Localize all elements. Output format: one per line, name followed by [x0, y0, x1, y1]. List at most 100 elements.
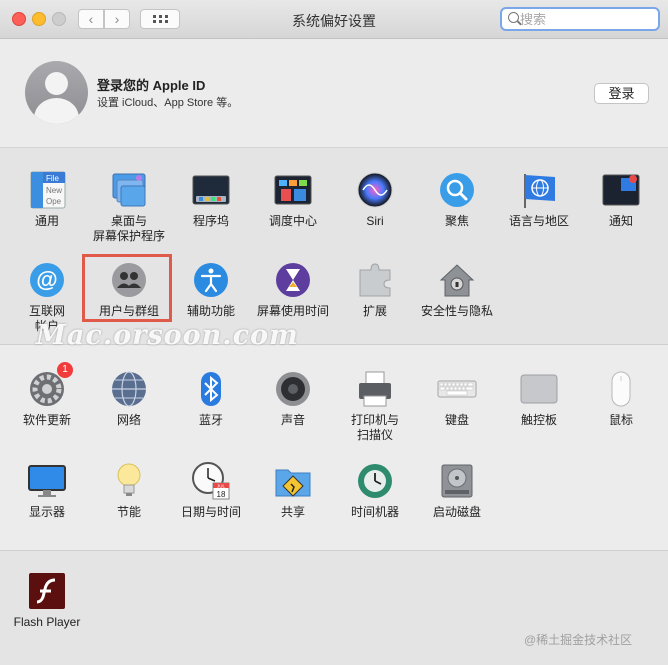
pref-accessibility[interactable]: 辅助功能 — [170, 260, 252, 319]
globe-flag-icon — [519, 170, 559, 210]
hourglass-icon — [273, 260, 313, 300]
users-groups-highlight — [82, 254, 172, 322]
keyboard-icon — [437, 369, 477, 409]
pref-label: 显示器 — [28, 505, 65, 519]
apple-id-banner: 登录您的 Apple ID 设置 iCloud、App Store 等。 登录 — [0, 39, 668, 148]
svg-text:New: New — [46, 186, 62, 195]
time-machine-icon — [355, 461, 395, 501]
pref-label: 鼠标 — [608, 413, 633, 427]
search-field[interactable] — [500, 7, 660, 31]
pref-siri[interactable]: Siri — [334, 170, 416, 229]
display-icon — [27, 461, 67, 501]
pref-network[interactable]: 网络 — [88, 369, 170, 428]
mission-control-icon — [273, 170, 313, 210]
pref-energy-saver[interactable]: 节能 — [88, 461, 170, 520]
puzzle-icon — [355, 260, 395, 300]
pref-label: 触控板 — [520, 413, 557, 427]
pref-label: 键盘 — [444, 413, 469, 427]
svg-text:Ope: Ope — [46, 197, 62, 206]
pref-label: 软件更新 — [22, 413, 71, 427]
svg-text:File: File — [46, 174, 59, 183]
pref-label: 打印机与 扫描仪 — [350, 413, 399, 442]
flash-icon — [27, 571, 67, 611]
pref-software-update[interactable]: 1 软件更新 — [6, 362, 88, 428]
pref-label: 声音 — [280, 413, 305, 427]
pref-label: 启动磁盘 — [432, 505, 481, 519]
lightbulb-icon — [109, 461, 149, 501]
pref-language-region[interactable]: 语言与地区 — [498, 170, 580, 229]
clock-calendar-icon: JUL 18 — [191, 461, 231, 501]
pref-label: Flash Player — [13, 615, 81, 629]
system-preferences-window: ‹ › 系统偏好设置 登录您的 Apple ID 设置 iCloud、App S… — [0, 0, 668, 665]
search-input[interactable] — [520, 10, 650, 28]
pref-label: 桌面与 屏幕保护程序 — [92, 214, 165, 243]
pref-sharing[interactable]: 共享 — [252, 461, 334, 520]
pref-dock[interactable]: 程序坞 — [170, 170, 252, 229]
pref-label: 通知 — [608, 214, 633, 228]
pref-label: 节能 — [116, 505, 141, 519]
at-sign-icon: @ — [27, 260, 67, 300]
corner-watermark: @稀土掘金技术社区 — [524, 633, 633, 647]
pref-label: 安全性与隐私 — [420, 304, 493, 318]
hardware-prefs-section: 1 软件更新 网络 蓝牙 声音 打印机与 扫描仪 键盘 触控板 鼠标 显示器 节… — [0, 345, 668, 551]
gear-icon: 1 — [27, 362, 73, 409]
watermark-text: Mac.orsoon.com — [36, 320, 299, 351]
pref-label: 聚焦 — [444, 214, 469, 228]
pref-desktop-screensaver[interactable]: 桌面与 屏幕保护程序 — [88, 170, 170, 244]
update-count-badge: 1 — [57, 362, 73, 378]
spotlight-icon — [437, 170, 477, 210]
pref-security-privacy[interactable]: 安全性与隐私 — [416, 260, 498, 319]
trackpad-icon — [519, 369, 559, 409]
printer-icon — [355, 369, 395, 409]
title-bar: ‹ › 系统偏好设置 — [0, 0, 668, 39]
pref-label: 辅助功能 — [186, 304, 235, 318]
pref-label: 屏幕使用时间 — [256, 304, 329, 318]
pref-label: 蓝牙 — [198, 413, 223, 427]
pref-mission-control[interactable]: 调度中心 — [252, 170, 334, 229]
pref-label: 程序坞 — [192, 214, 229, 228]
login-button[interactable]: 登录 — [594, 83, 649, 104]
svg-text:JUL: JUL — [217, 484, 225, 489]
avatar[interactable] — [25, 61, 88, 124]
pref-time-machine[interactable]: 时间机器 — [334, 461, 416, 520]
pref-spotlight[interactable]: 聚焦 — [416, 170, 498, 229]
pref-startup-disk[interactable]: 启动磁盘 — [416, 461, 498, 520]
pref-printers-scanners[interactable]: 打印机与 扫描仪 — [334, 369, 416, 443]
pref-sound[interactable]: 声音 — [252, 369, 334, 428]
pref-bluetooth[interactable]: 蓝牙 — [170, 369, 252, 428]
notifications-icon — [601, 170, 641, 210]
personal-prefs-section: File New Ope 通用 桌面与 屏幕保护程序 程序坞 调度中心 Siri… — [0, 148, 668, 345]
pref-flash-player[interactable]: Flash Player — [6, 571, 88, 630]
pref-extensions[interactable]: 扩展 — [334, 260, 416, 319]
desktop-screensaver-icon — [109, 170, 149, 210]
pref-notifications[interactable]: 通知 — [580, 170, 662, 229]
pref-screen-time[interactable]: 屏幕使用时间 — [252, 260, 334, 319]
pref-keyboard[interactable]: 键盘 — [416, 369, 498, 428]
pref-label: 时间机器 — [350, 505, 399, 519]
pref-label: 扩展 — [362, 304, 387, 318]
apple-id-subtitle: 设置 iCloud、App Store 等。 — [97, 97, 239, 109]
speaker-icon — [273, 369, 313, 409]
network-globe-icon — [109, 369, 149, 409]
pref-general[interactable]: File New Ope 通用 — [6, 170, 88, 229]
pref-label: 日期与时间 — [180, 505, 241, 519]
svg-text:18: 18 — [217, 490, 226, 499]
pref-displays[interactable]: 显示器 — [6, 461, 88, 520]
pref-label: Siri — [366, 214, 384, 228]
pref-mouse[interactable]: 鼠标 — [580, 369, 662, 428]
general-icon: File New Ope — [27, 170, 67, 210]
hard-disk-icon — [437, 461, 477, 501]
mouse-icon — [601, 369, 641, 409]
search-icon — [508, 12, 519, 23]
dock-icon — [191, 170, 231, 210]
pref-label: 通用 — [34, 214, 59, 228]
accessibility-icon — [191, 260, 231, 300]
pref-date-time[interactable]: JUL 18 日期与时间 — [170, 461, 252, 520]
pref-label: 调度中心 — [268, 214, 317, 228]
pref-label: 网络 — [116, 413, 141, 427]
siri-icon — [355, 170, 395, 210]
sharing-folder-icon — [273, 461, 313, 501]
pref-label: 语言与地区 — [508, 214, 569, 228]
pref-trackpad[interactable]: 触控板 — [498, 369, 580, 428]
house-lock-icon — [437, 260, 477, 300]
